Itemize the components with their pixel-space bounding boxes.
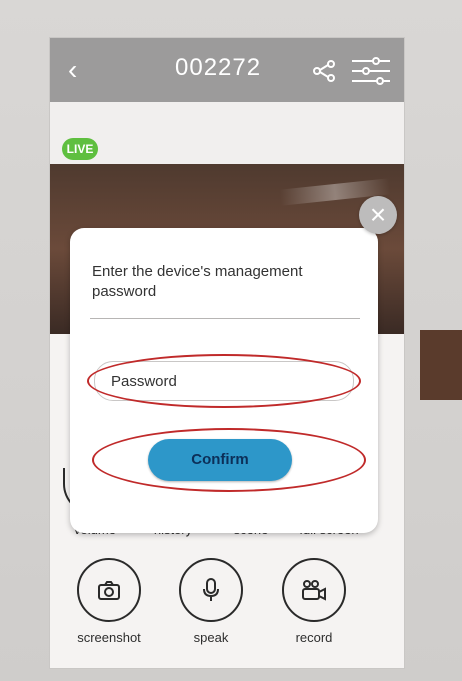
top-bar: ‹ 002272 xyxy=(50,38,404,102)
password-input[interactable] xyxy=(109,370,333,392)
microphone-icon xyxy=(179,558,243,622)
screenshot-control[interactable]: screenshot xyxy=(74,558,144,645)
password-dialog: Enter the device's management password C… xyxy=(70,228,378,533)
chevron-left-icon[interactable]: ‹ xyxy=(68,56,77,84)
close-icon[interactable]: × xyxy=(359,196,397,234)
live-badge: LIVE xyxy=(62,138,98,160)
password-field[interactable] xyxy=(94,361,354,401)
share-icon[interactable] xyxy=(312,60,336,82)
screenshot-label: screenshot xyxy=(77,630,141,645)
speak-label: speak xyxy=(193,630,229,645)
phone-screen: ‹ 002272 LIVE screenshot speak record En… xyxy=(50,38,404,668)
record-label: record xyxy=(295,630,333,645)
photo-edge-object xyxy=(420,330,462,400)
camera-icon xyxy=(77,558,141,622)
confirm-button[interactable]: Confirm xyxy=(148,439,292,481)
record-control[interactable]: record xyxy=(279,558,349,645)
sliders-icon[interactable] xyxy=(350,56,392,86)
device-id-title: 002272 xyxy=(175,54,262,81)
speak-control[interactable]: speak xyxy=(176,558,246,645)
video-camera-icon xyxy=(282,558,346,622)
password-prompt-text: Enter the device's management password xyxy=(92,263,303,300)
dialog-divider xyxy=(90,318,360,319)
